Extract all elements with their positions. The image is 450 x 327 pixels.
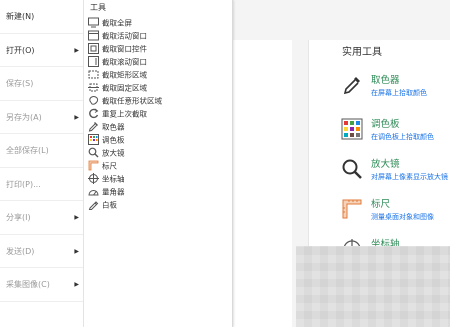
utility-magnifier[interactable]: 放大镜 对屏幕上像素显示放大镜 — [341, 156, 450, 186]
utility-name: 放大镜 — [371, 159, 400, 170]
window-capture-icon — [88, 30, 99, 40]
tool-item-label: 截取任意形状区域 — [102, 96, 162, 106]
magnifier-icon — [88, 147, 99, 157]
file-menu: 新建(N) 打开(O) ▶ 保存(S) 另存为(A) ▶ 全部保存(L) 打印(… — [0, 0, 84, 327]
scroll-capture-icon — [88, 55, 99, 67]
tool-item-fullscreen-capture[interactable]: 截取全屏 — [88, 16, 228, 29]
content-panel — [232, 40, 292, 327]
fixed-region-icon — [88, 83, 99, 91]
menu-item-label: 分享(I) — [6, 213, 31, 222]
freeform-capture-icon — [89, 95, 98, 105]
tool-item-label: 重复上次截取 — [102, 109, 147, 119]
submenu-arrow-icon: ▶ — [74, 247, 79, 255]
tool-item-freeform-capture[interactable]: 截取任意形状区域 — [88, 94, 228, 107]
menu-item-label: 打开(O) — [6, 45, 35, 55]
tool-item-label: 放大镜 — [102, 148, 125, 158]
menu-item-label: 全部保存(L) — [6, 146, 49, 155]
tool-item-window-capture[interactable]: 截取活动窗口 — [88, 29, 228, 42]
menu-item-print[interactable]: 打印(P)... — [0, 168, 83, 201]
fullscreen-capture-icon — [88, 17, 99, 27]
whiteboard-icon — [88, 200, 99, 210]
menu-item-save[interactable]: 保存(S) — [0, 67, 83, 101]
tool-item-label: 白板 — [102, 200, 117, 210]
tool-item-eyedropper[interactable]: 取色器 — [88, 120, 228, 133]
tool-item-label: 量角器 — [102, 187, 125, 197]
tool-item-label: 截取固定区域 — [102, 83, 147, 93]
pixelated-overlay — [296, 246, 450, 327]
utility-eyedropper[interactable]: 取色器 在屏幕上拾取颜色 — [341, 72, 450, 102]
menu-item-save-as[interactable]: 另存为(A) ▶ — [0, 101, 83, 134]
utility-desc: 测量桌面对象和图像 — [371, 213, 434, 221]
tool-item-label: 标尺 — [102, 161, 117, 171]
utility-desc: 在屏幕上拾取颜色 — [371, 89, 427, 97]
palette-icon — [341, 118, 363, 140]
magnifier-icon — [342, 159, 362, 179]
tools-submenu-title: 工具 — [90, 3, 106, 12]
eyedropper-icon — [343, 77, 360, 95]
submenu-arrow-icon: ▶ — [74, 46, 79, 54]
menu-item-label: 采集图像(C) — [6, 280, 50, 289]
menu-item-save-all[interactable]: 全部保存(L) — [0, 134, 83, 168]
utility-desc: 在调色板上拾取颜色 — [371, 133, 434, 141]
utility-ruler[interactable]: 标尺 测量桌面对象和图像 — [341, 196, 450, 226]
menu-item-label: 新建(N) — [6, 12, 35, 21]
tool-item-repeat-capture[interactable]: 重复上次截取 — [88, 107, 228, 120]
ruler-icon — [342, 199, 362, 219]
tool-item-rect-capture[interactable]: 截取矩形区域 — [88, 68, 228, 81]
tool-item-ruler[interactable]: 标尺 — [88, 159, 228, 172]
utility-palette[interactable]: 调色板 在调色板上拾取颜色 — [341, 116, 450, 146]
tools-submenu: 工具 截取全屏 截取活动窗口 截取窗口控件 截取滚动窗口 截取矩形区域 截取固定… — [84, 0, 233, 327]
tool-item-label: 截取全屏 — [102, 18, 132, 28]
menu-item-share[interactable]: 分享(I) ▶ — [0, 201, 83, 235]
submenu-arrow-icon: ▶ — [74, 281, 79, 288]
tool-item-label: 坐标轴 — [102, 174, 125, 184]
menu-item-acquire-image[interactable]: 采集图像(C) ▶ — [0, 268, 83, 302]
menu-item-label: 发送(D) — [6, 246, 35, 256]
menu-item-label: 打印(P)... — [6, 179, 41, 189]
menu-item-label: 保存(S) — [6, 79, 34, 88]
utility-name: 取色器 — [371, 75, 400, 86]
menu-item-label: 另存为(A) — [6, 112, 42, 122]
tool-item-control-capture[interactable]: 截取窗口控件 — [88, 42, 228, 55]
menu-item-open[interactable]: 打开(O) ▶ — [0, 34, 83, 67]
control-capture-icon — [88, 42, 99, 54]
tool-item-label: 截取矩形区域 — [102, 70, 147, 80]
eyedropper-icon — [88, 121, 98, 132]
tool-item-scroll-capture[interactable]: 截取滚动窗口 — [88, 55, 228, 68]
palette-icon — [88, 133, 99, 145]
tool-item-label: 截取窗口控件 — [102, 44, 147, 54]
submenu-arrow-icon: ▶ — [74, 214, 79, 221]
protractor-icon — [88, 189, 99, 195]
utilities-panel-title: 实用工具 — [342, 47, 382, 58]
ruler-icon — [88, 160, 99, 170]
repeat-capture-icon — [89, 108, 99, 118]
axis-icon — [88, 172, 99, 184]
utility-name: 调色板 — [371, 119, 400, 130]
tool-item-palette[interactable]: 调色板 — [88, 133, 228, 146]
tool-item-fixed-region[interactable]: 截取固定区域 — [88, 81, 228, 94]
tool-item-label: 取色器 — [102, 122, 125, 132]
tool-item-axis[interactable]: 坐标轴 — [88, 172, 228, 185]
tool-item-protractor[interactable]: 量角器 — [88, 185, 228, 198]
utility-name: 标尺 — [371, 199, 391, 210]
utility-desc: 对屏幕上像素显示放大镜 — [371, 173, 448, 181]
menu-item-new[interactable]: 新建(N) — [0, 0, 83, 34]
tool-item-magnifier[interactable]: 放大镜 — [88, 146, 228, 159]
submenu-arrow-icon: ▶ — [74, 113, 79, 121]
tool-item-whiteboard[interactable]: 白板 — [88, 198, 228, 211]
tool-item-label: 调色板 — [102, 135, 125, 145]
rect-capture-icon — [88, 70, 99, 78]
menu-item-send[interactable]: 发送(D) ▶ — [0, 235, 83, 268]
tool-item-label: 截取滚动窗口 — [102, 57, 147, 67]
tool-item-label: 截取活动窗口 — [102, 31, 147, 41]
